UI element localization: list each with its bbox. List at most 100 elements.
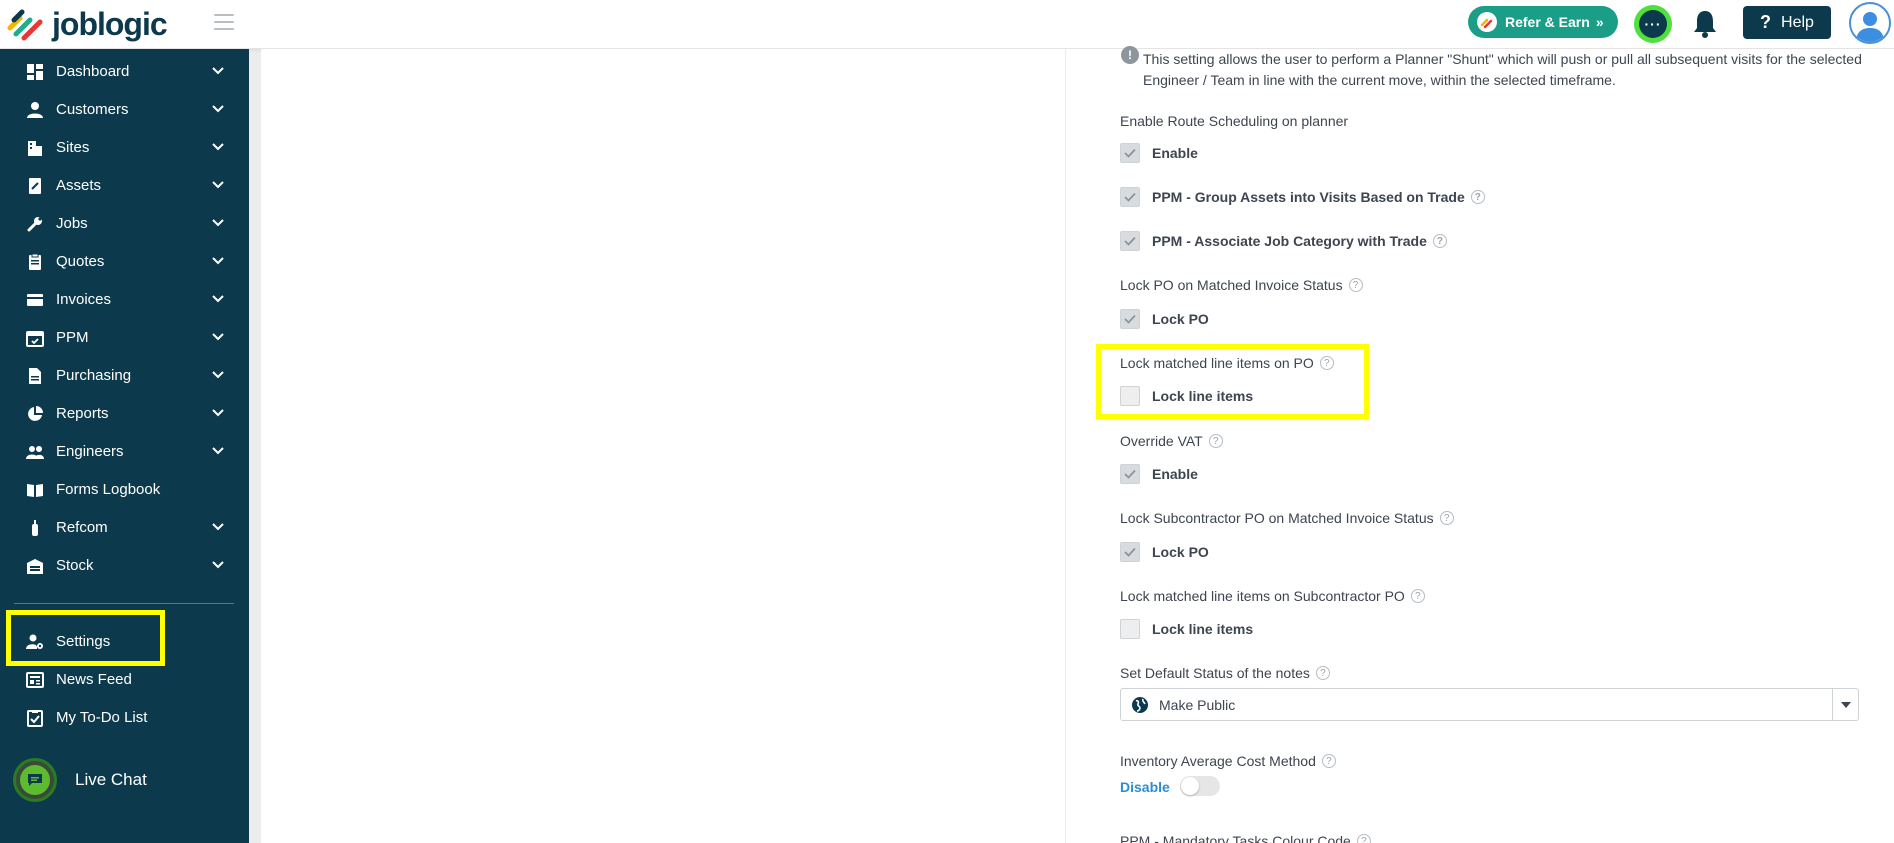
lock-sub-lines-label: Lock line items (1152, 621, 1254, 637)
sidebar-item-jobs[interactable]: Jobs (0, 206, 249, 240)
sidebar-item-label: Settings (56, 632, 111, 650)
help-button[interactable]: ? Help (1743, 6, 1831, 39)
lock-sub-po-row[interactable]: Lock PO (1120, 542, 1209, 562)
sidebar-item-label: Sites (56, 138, 90, 156)
override-vat-checkbox[interactable] (1120, 464, 1140, 484)
inventory-title: Inventory Average Cost Method? (1120, 753, 1336, 769)
sidebar-item-label: Customers (56, 100, 129, 118)
sidebar-item-label: Assets (56, 176, 102, 194)
sidebar-item-label: Refcom (56, 518, 108, 536)
lock-po-title: Lock PO on Matched Invoice Status? (1120, 277, 1363, 293)
sidebar-item-label: Engineers (56, 442, 124, 460)
warehouse-icon (27, 559, 43, 574)
sidebar-item-label: Forms Logbook (56, 480, 161, 498)
sidebar-item-quotes[interactable]: Quotes (0, 244, 249, 278)
inventory-toggle[interactable] (1180, 776, 1220, 796)
chevron-down-icon (212, 67, 224, 75)
help-circle-icon[interactable]: ? (1319, 356, 1334, 370)
refer-earn-button[interactable]: Refer & Earn » (1468, 6, 1618, 38)
refer-logo-icon (1477, 12, 1497, 32)
sidebar-item-label: Quotes (56, 252, 105, 270)
content-panel (261, 49, 1065, 843)
question-icon: ? (1760, 12, 1772, 32)
sidebar-item-news-feed[interactable]: News Feed (0, 662, 249, 696)
help-circle-icon[interactable]: ? (1321, 754, 1336, 768)
sidebar-item-sites[interactable]: Sites (0, 130, 249, 164)
ppm-associate-row[interactable]: PPM - Associate Job Category with Trade … (1120, 231, 1447, 251)
notes-status-select[interactable]: Make Public (1120, 688, 1859, 721)
help-circle-icon[interactable]: ? (1208, 434, 1223, 448)
chevron-down-icon (212, 219, 224, 227)
sidebar-item-settings[interactable]: Settings (0, 624, 249, 658)
chevron-down-icon (212, 523, 224, 531)
lock-po-row[interactable]: Lock PO (1120, 309, 1209, 329)
dashboard-icon (27, 64, 43, 80)
help-circle-icon[interactable]: ? (1315, 666, 1330, 680)
sidebar-item-ppm[interactable]: PPM (0, 320, 249, 354)
sidebar-item-refcom[interactable]: Refcom (0, 510, 249, 544)
notes-status-value: Make Public (1159, 696, 1236, 713)
sidebar-item-customers[interactable]: Customers (0, 92, 249, 126)
sidebar-item-todo-list[interactable]: My To-Do List (0, 700, 249, 734)
lock-sub-lines-row[interactable]: Lock line items (1120, 619, 1253, 639)
chevron-down-icon (212, 561, 224, 569)
sidebar-item-purchasing[interactable]: Purchasing (0, 358, 249, 392)
override-vat-row[interactable]: Enable (1120, 464, 1198, 484)
override-vat-title: Override VAT? (1120, 433, 1223, 449)
sidebar-item-invoices[interactable]: Invoices (0, 282, 249, 316)
help-circle-icon[interactable]: ? (1432, 234, 1447, 248)
wrench-icon (27, 217, 42, 232)
sidebar-item-assets[interactable]: Assets (0, 168, 249, 202)
messages-icon[interactable]: ··· (1634, 5, 1672, 43)
ppm-group-assets-row[interactable]: PPM - Group Assets into Visits Based on … (1120, 187, 1485, 207)
route-enable-row[interactable]: Enable (1120, 143, 1198, 163)
override-vat-label: Enable (1152, 466, 1198, 482)
logo-text: joblogic (52, 5, 168, 42)
top-bar: joblogic Refer & Earn » ··· ? Help (0, 0, 1894, 49)
help-circle-icon[interactable]: ? (1348, 278, 1363, 292)
lock-line-items-checkbox[interactable] (1120, 386, 1140, 406)
card-icon (27, 294, 43, 306)
document-icon (29, 368, 41, 384)
lock-po-checkbox[interactable] (1120, 309, 1140, 329)
route-enable-checkbox[interactable] (1120, 143, 1140, 163)
joblogic-logo[interactable]: joblogic (6, 5, 168, 42)
chevron-down-icon (212, 371, 224, 379)
chevron-down-icon (212, 257, 224, 265)
sidebar-item-stock[interactable]: Stock (0, 548, 249, 582)
menu-toggle-icon[interactable] (214, 14, 234, 30)
people-icon (26, 446, 44, 459)
sidebar-item-reports[interactable]: Reports (0, 396, 249, 430)
person-icon (27, 102, 43, 118)
help-circle-icon[interactable]: ? (1410, 589, 1425, 603)
live-chat-button[interactable]: Live Chat (13, 756, 233, 804)
joblogic-logo-mark-icon (7, 9, 43, 41)
sidebar-item-engineers[interactable]: Engineers (0, 434, 249, 468)
lock-sub-lines-title: Lock matched line items on Subcontractor… (1120, 588, 1425, 604)
ppm-group-assets-checkbox[interactable] (1120, 187, 1140, 207)
lock-sub-lines-checkbox[interactable] (1120, 619, 1140, 639)
building-icon (28, 141, 42, 156)
lock-sub-po-label: Lock PO (1152, 544, 1209, 560)
pie-chart-icon (28, 406, 43, 421)
sidebar-item-forms-logbook[interactable]: Forms Logbook (0, 472, 249, 506)
ppm-group-assets-label: PPM - Group Assets into Visits Based on … (1152, 189, 1465, 205)
globe-icon (1132, 696, 1148, 713)
ppm-associate-label: PPM - Associate Job Category with Trade (1152, 233, 1427, 249)
inventory-toggle-label[interactable]: Disable (1120, 779, 1170, 795)
user-avatar[interactable] (1849, 2, 1891, 44)
help-circle-icon[interactable]: ? (1439, 511, 1454, 525)
ppm-associate-checkbox[interactable] (1120, 231, 1140, 251)
sidebar-item-dashboard[interactable]: Dashboard (0, 54, 249, 88)
help-circle-icon[interactable]: ? (1356, 834, 1371, 843)
chevron-down-icon (212, 143, 224, 151)
lock-line-items-label: Lock line items (1152, 388, 1254, 404)
chevron-down-icon (212, 333, 224, 341)
help-circle-icon[interactable]: ? (1470, 190, 1485, 204)
notes-status-title: Set Default Status of the notes? (1120, 665, 1330, 681)
checklist-icon (27, 710, 43, 727)
lock-sub-po-checkbox[interactable] (1120, 542, 1140, 562)
notification-bell-icon[interactable] (1690, 8, 1720, 40)
caret-down-icon[interactable] (1832, 689, 1858, 720)
lock-line-items-row[interactable]: Lock line items (1120, 386, 1253, 406)
